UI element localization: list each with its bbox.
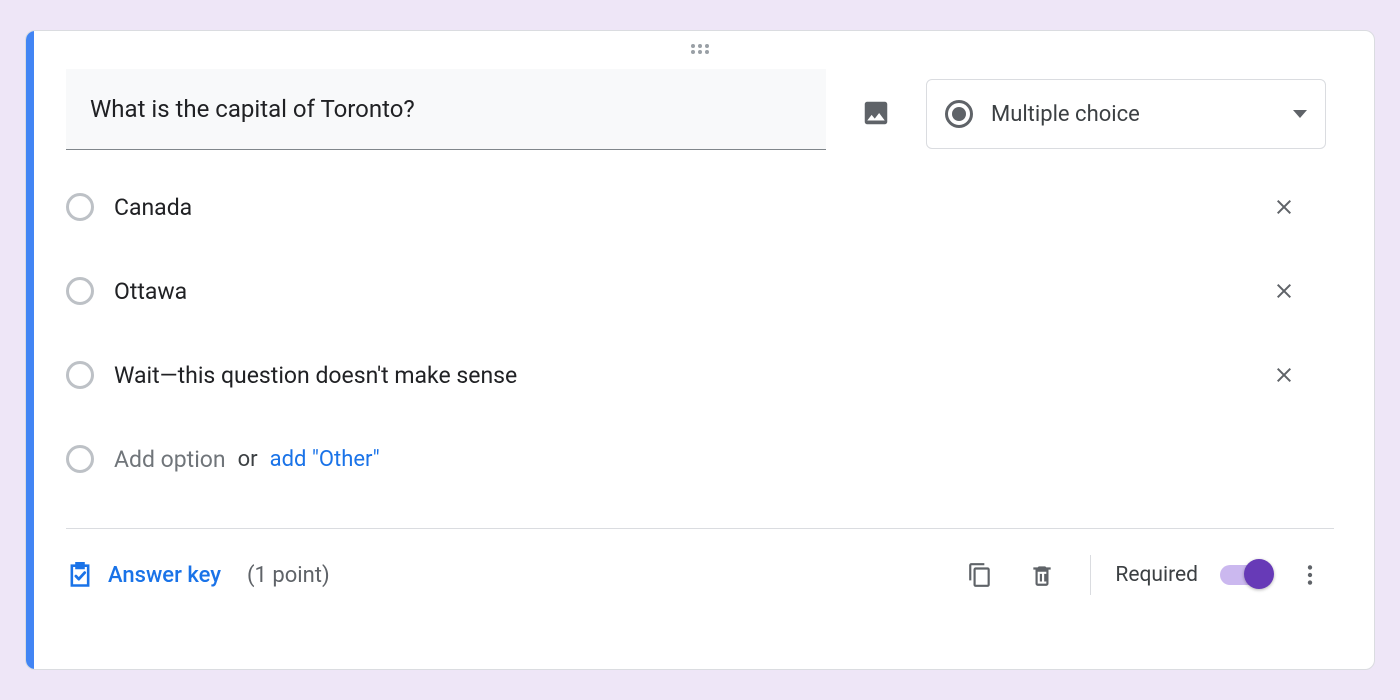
points-label: (1 point): [247, 563, 330, 588]
drag-handle[interactable]: [26, 37, 1374, 61]
option-row: Ottawa: [66, 262, 1334, 320]
more-vert-icon: [1297, 562, 1323, 588]
radio-outline-icon: [66, 193, 94, 221]
answer-key-label: Answer key: [108, 563, 221, 588]
add-image-button[interactable]: [852, 89, 900, 137]
drag-handle-icon: [690, 43, 710, 55]
radio-outline-icon: [66, 361, 94, 389]
question-title-input[interactable]: [66, 69, 826, 150]
duplicate-button[interactable]: [956, 551, 1004, 599]
copy-icon: [967, 562, 993, 588]
question-type-label: Multiple choice: [991, 102, 1275, 127]
remove-option-button[interactable]: [1264, 271, 1304, 311]
radio-outline-icon: [66, 277, 94, 305]
option-text-input[interactable]: Wait—this question doesn't make sense: [114, 362, 1264, 389]
add-other-button[interactable]: add "Other": [270, 447, 380, 472]
radio-checked-icon: [945, 100, 973, 128]
add-or-text: or: [238, 447, 258, 472]
footer-vertical-divider: [1090, 555, 1091, 595]
question-type-select[interactable]: Multiple choice: [926, 79, 1326, 149]
toggle-thumb: [1244, 559, 1274, 589]
delete-button[interactable]: [1018, 551, 1066, 599]
checklist-icon: [66, 561, 94, 589]
answer-key-button[interactable]: Answer key: [66, 561, 221, 589]
options-list: Canada Ottawa Wait—this question doesn't…: [26, 150, 1374, 488]
close-icon: [1272, 195, 1296, 219]
card-accent-bar: [26, 31, 34, 669]
caret-down-icon: [1293, 110, 1307, 118]
close-icon: [1272, 363, 1296, 387]
add-option-button[interactable]: Add option: [114, 446, 226, 473]
required-label: Required: [1115, 563, 1198, 587]
card-footer: Answer key (1 point) Required: [26, 529, 1374, 599]
radio-outline-icon: [66, 445, 94, 473]
option-text-input[interactable]: Canada: [114, 194, 1264, 221]
question-header-row: Multiple choice: [26, 61, 1374, 150]
option-text-input[interactable]: Ottawa: [114, 278, 1264, 305]
more-options-button[interactable]: [1286, 551, 1334, 599]
add-option-row: Add option or add "Other": [66, 430, 1334, 488]
remove-option-button[interactable]: [1264, 187, 1304, 227]
trash-icon: [1029, 562, 1055, 588]
option-row: Canada: [66, 178, 1334, 236]
required-toggle[interactable]: [1220, 565, 1272, 585]
remove-option-button[interactable]: [1264, 355, 1304, 395]
option-row: Wait—this question doesn't make sense: [66, 346, 1334, 404]
close-icon: [1272, 279, 1296, 303]
image-icon: [861, 98, 891, 128]
question-card: Multiple choice Canada Ottawa Wait—this …: [25, 30, 1375, 670]
